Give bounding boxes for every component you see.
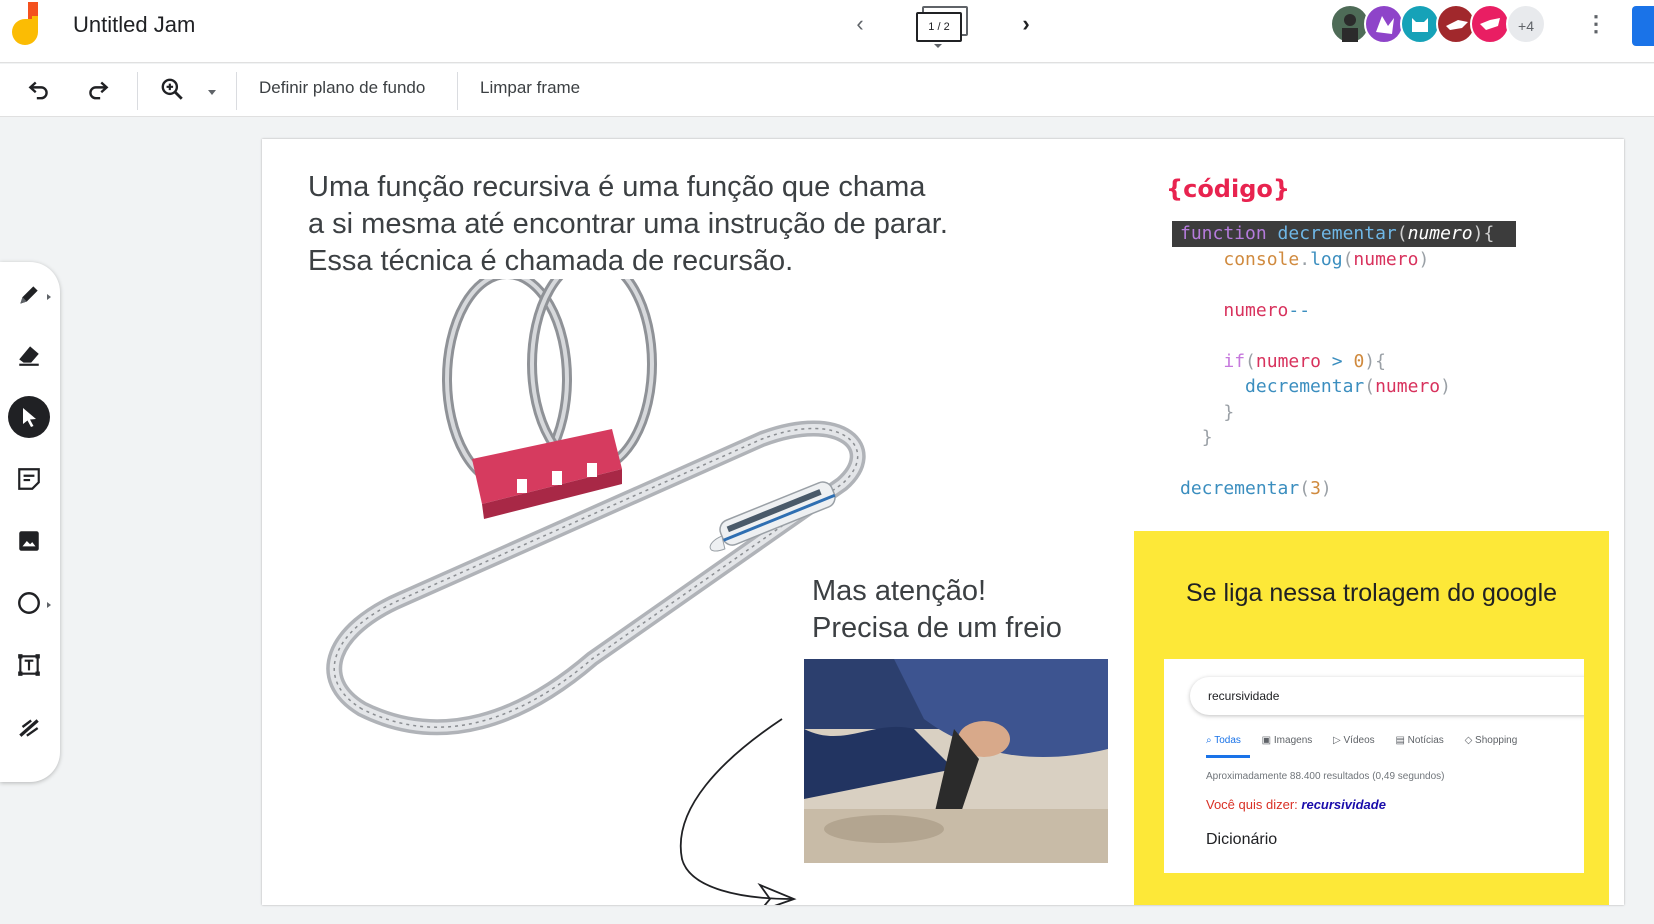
text-box-tool-button[interactable] bbox=[8, 644, 50, 686]
tab-shopping: ◇ Shopping bbox=[1464, 735, 1518, 746]
zoom-in-icon[interactable] bbox=[157, 76, 187, 106]
shape-tool-button[interactable] bbox=[8, 582, 50, 624]
image-tool-button[interactable] bbox=[8, 520, 50, 562]
jamboard-logo-icon[interactable] bbox=[12, 2, 46, 46]
tab-news: ▤ Notícias bbox=[1395, 735, 1444, 746]
result-stats: Aproximadamente 88.400 resultados (0,49 … bbox=[1206, 771, 1445, 782]
laser-tool-button[interactable] bbox=[8, 706, 50, 748]
chevron-down-icon bbox=[934, 44, 942, 48]
avatar[interactable] bbox=[1470, 4, 1510, 44]
pen-tool-button[interactable] bbox=[8, 274, 50, 316]
pen-icon bbox=[20, 286, 38, 304]
sticky-note-icon bbox=[18, 468, 40, 490]
search-tabs: ⌕ Todas ▣ Imagens ▷ Vídeos ▤ Notícias ◇ … bbox=[1206, 735, 1535, 746]
handbrake-photo[interactable] bbox=[804, 659, 1108, 863]
tab-images: ▣ Imagens bbox=[1261, 735, 1313, 746]
redo-icon[interactable] bbox=[83, 76, 113, 106]
eraser-tool-button[interactable] bbox=[8, 334, 50, 376]
image-icon bbox=[19, 531, 39, 551]
document-title[interactable]: Untitled Jam bbox=[73, 12, 195, 38]
intro-text[interactable]: Uma função recursiva é uma função que ch… bbox=[308, 169, 948, 280]
clear-frame-button[interactable]: Limpar frame bbox=[480, 78, 580, 98]
eraser-icon bbox=[19, 346, 39, 366]
drawing-tools-panel bbox=[0, 262, 60, 782]
undo-icon[interactable] bbox=[24, 76, 54, 106]
share-button[interactable] bbox=[1632, 6, 1654, 46]
text-box-icon bbox=[18, 654, 40, 676]
hand-drawn-arrow[interactable] bbox=[662, 579, 812, 905]
frame-bar-toggle[interactable]: 1 / 2 bbox=[914, 6, 970, 48]
sticky-note[interactable]: Se liga nessa trolagem do google recursi… bbox=[1134, 531, 1609, 905]
search-input: recursividade bbox=[1190, 677, 1584, 715]
circle-icon bbox=[18, 592, 40, 614]
next-frame-button[interactable]: › bbox=[1012, 10, 1040, 38]
top-bar: Untitled Jam ‹ 1 / 2 › +4 ⋮ bbox=[0, 0, 1654, 63]
avatar[interactable] bbox=[1364, 4, 1404, 44]
select-tool-button[interactable] bbox=[8, 396, 50, 438]
code-snippet[interactable]: function decrementar(numero){ console.lo… bbox=[1172, 221, 1517, 502]
jam-frame-canvas[interactable]: Uma função recursiva é uma função que ch… bbox=[262, 139, 1624, 905]
did-you-mean: Você quis dizer: recursividade bbox=[1206, 797, 1386, 812]
avatar[interactable] bbox=[1400, 4, 1440, 44]
edit-toolbar: Definir plano de fundo Limpar frame bbox=[0, 64, 1654, 117]
sticky-note-tool-button[interactable] bbox=[8, 458, 50, 500]
laser-icon bbox=[19, 719, 39, 737]
frame-counter: 1 / 2 bbox=[916, 12, 962, 42]
more-options-icon[interactable]: ⋮ bbox=[1584, 8, 1608, 40]
sticky-note-title: Se liga nessa trolagem do google bbox=[1185, 579, 1558, 607]
more-collaborators-badge[interactable]: +4 bbox=[1506, 4, 1546, 44]
code-title[interactable]: {código} bbox=[1166, 175, 1290, 203]
dictionary-heading: Dicionário bbox=[1206, 831, 1278, 848]
previous-frame-button[interactable]: ‹ bbox=[846, 10, 874, 38]
warning-text[interactable]: Mas atenção! Precisa de um freio bbox=[812, 573, 1062, 647]
zoom-menu-chevron-down-icon[interactable] bbox=[208, 90, 216, 95]
google-search-screenshot[interactable]: recursividade ⌕ Todas ▣ Imagens ▷ Vídeos… bbox=[1164, 659, 1584, 873]
cursor-arrow-icon bbox=[23, 408, 36, 427]
search-icon: ⌕ Todas bbox=[1206, 735, 1241, 746]
tab-videos: ▷ Vídeos bbox=[1333, 735, 1375, 746]
set-background-button[interactable]: Definir plano de fundo bbox=[259, 78, 425, 98]
